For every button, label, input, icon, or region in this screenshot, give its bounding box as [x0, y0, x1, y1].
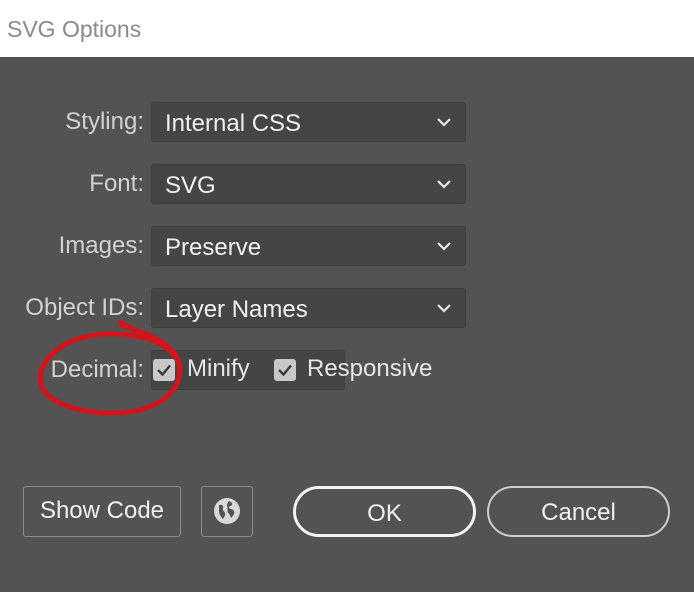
minify-checkbox[interactable] [153, 359, 175, 381]
responsive-label[interactable]: Responsive [307, 355, 432, 383]
show-code-button[interactable]: Show Code [23, 486, 181, 537]
styling-value: Internal CSS [165, 110, 302, 137]
dialog-title: SVG Options [7, 16, 142, 42]
images-value: Preserve [165, 234, 262, 261]
cancel-button[interactable]: Cancel [487, 486, 670, 537]
responsive-checkbox[interactable] [274, 359, 296, 381]
object-ids-select[interactable]: Layer Names [151, 288, 466, 328]
font-label: Font: [89, 170, 144, 197]
images-label: Images: [58, 232, 144, 259]
chevron-down-icon [437, 118, 451, 127]
object-ids-label: Object IDs: [25, 294, 144, 321]
images-select[interactable]: Preserve [151, 226, 466, 266]
ok-label: OK [367, 500, 402, 527]
object-ids-value: Layer Names [165, 296, 308, 323]
checkmark-icon [278, 364, 292, 377]
font-select[interactable]: SVG [151, 164, 466, 204]
cancel-label: Cancel [541, 499, 616, 526]
minify-label[interactable]: Minify [187, 355, 250, 383]
decimal-label: Decimal: [50, 356, 144, 383]
checkmark-icon [157, 364, 171, 377]
globe-icon [214, 498, 240, 524]
font-value: SVG [165, 172, 216, 199]
chevron-down-icon [437, 304, 451, 313]
chevron-down-icon [437, 180, 451, 189]
ok-button[interactable]: OK [293, 486, 476, 537]
chevron-down-icon [437, 242, 451, 251]
web-preview-button[interactable] [201, 486, 253, 537]
show-code-label: Show Code [39, 497, 165, 524]
styling-select[interactable]: Internal CSS [151, 102, 466, 142]
title-bar: SVG Options [0, 0, 694, 57]
styling-label: Styling: [65, 108, 144, 135]
